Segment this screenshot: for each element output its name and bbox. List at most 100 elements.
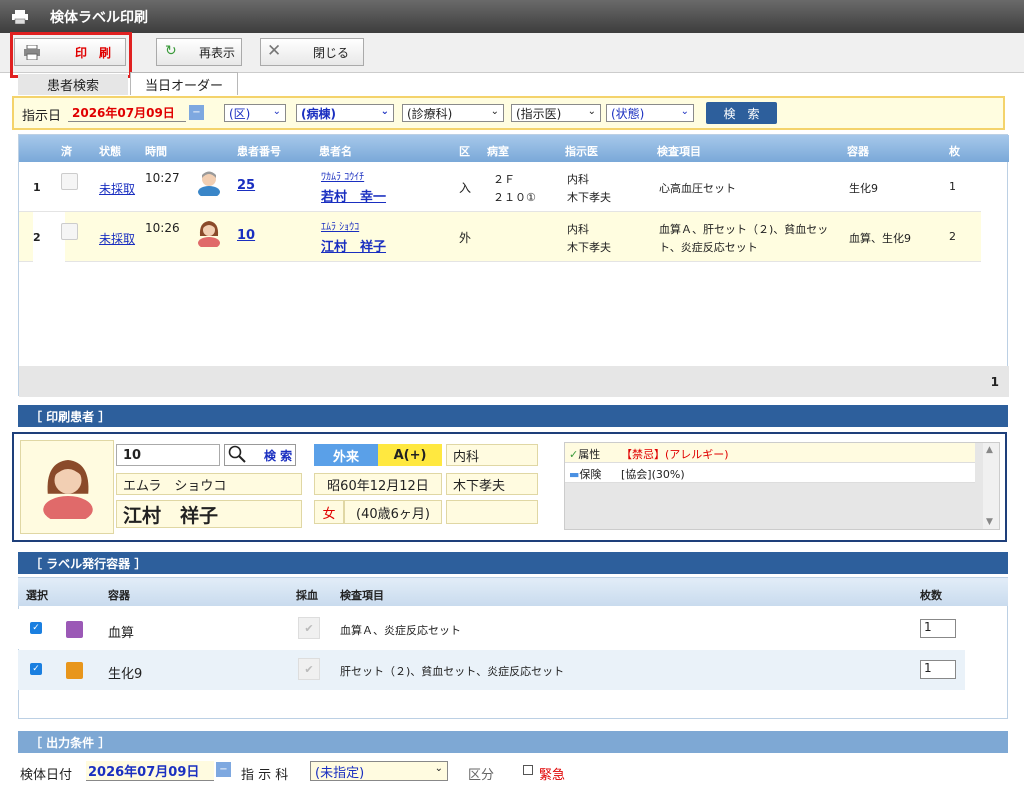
tab-today-orders[interactable]: 当日オーダー bbox=[130, 72, 238, 95]
search-label: 検 索 bbox=[264, 448, 293, 463]
info-label: ✓属性 bbox=[569, 448, 601, 461]
select-checkbox[interactable]: ✓ bbox=[30, 622, 42, 634]
status-link[interactable]: 未採取 bbox=[99, 230, 135, 247]
container-name: 生化9 bbox=[108, 667, 143, 682]
toolbar: 印 刷 ↻ 再表示 ✕ 閉じる bbox=[0, 33, 1024, 73]
col-header: 病室 bbox=[487, 145, 509, 158]
container-color-swatch bbox=[66, 621, 83, 638]
calendar-button[interactable]: − bbox=[216, 762, 231, 777]
order-time: 10:26 bbox=[145, 221, 180, 235]
chevron-down-icon: ⌄ bbox=[587, 106, 596, 117]
print-highlight bbox=[10, 32, 132, 78]
section-title: ［ 印刷患者 ］ bbox=[30, 409, 111, 424]
patient-id-input[interactable]: 10 bbox=[116, 444, 220, 466]
dept: 内科 bbox=[567, 223, 589, 236]
col-header: 済 bbox=[61, 145, 72, 158]
date-field[interactable]: 2026年07月09日 bbox=[68, 104, 186, 122]
grid-footer: 1 bbox=[19, 366, 1009, 397]
label-count: 2 bbox=[949, 230, 956, 243]
patient-name-link[interactable]: 江村 祥子 bbox=[321, 236, 386, 255]
calendar-button[interactable]: − bbox=[189, 105, 204, 120]
patient-name-link[interactable]: 若村 幸一 bbox=[321, 186, 386, 205]
doctor-select[interactable]: (指示医) ⌄ bbox=[511, 104, 601, 122]
dept-select[interactable]: (診療科) ⌄ bbox=[402, 104, 504, 122]
grid-header: 済 状態 時間 患者番号 患者名 区 病室 指示医 検査項目 容器 枚 bbox=[19, 135, 1009, 162]
urgent-checkbox[interactable] bbox=[523, 765, 533, 775]
container-color-swatch bbox=[66, 662, 83, 679]
label-row[interactable]: ✓ 血算 ✔ 血算Ａ、炎症反応セット 1 bbox=[18, 609, 965, 649]
info-value: 【禁忌】(アレルギー) bbox=[621, 448, 729, 461]
tab-patient-search[interactable]: 患者検索 bbox=[18, 74, 128, 95]
output-kubun-label: 区分 bbox=[468, 768, 495, 783]
birth-field: 昭60年12月12日 bbox=[314, 473, 442, 495]
close-button[interactable]: ✕ 閉じる bbox=[260, 38, 364, 66]
output-dept-label: 指 示 科 bbox=[241, 768, 289, 783]
select-checkbox[interactable]: ✓ bbox=[30, 663, 42, 675]
section-title: ［ 出力条件 ］ bbox=[30, 735, 111, 750]
count-input[interactable]: 1 bbox=[920, 619, 956, 638]
age-field: (40歳6ヶ月) bbox=[344, 500, 442, 524]
col-header: 採血 bbox=[296, 589, 318, 602]
scrollbar[interactable]: ▲ ▼ bbox=[983, 443, 999, 529]
output-dept-select[interactable]: (未指定) ⌄ bbox=[310, 761, 448, 781]
col-header: 検査項目 bbox=[340, 589, 384, 602]
status-link[interactable]: 未採取 bbox=[99, 180, 135, 197]
blood-type-badge: A(+) bbox=[378, 444, 442, 466]
tab-label: 当日オーダー bbox=[144, 78, 223, 94]
done-checkbox[interactable] bbox=[61, 173, 78, 190]
col-header: 枚数 bbox=[920, 589, 942, 602]
col-header: 容器 bbox=[108, 589, 130, 602]
ward-select[interactable]: (病棟) ⌄ bbox=[296, 104, 394, 122]
done-checkbox[interactable] bbox=[61, 223, 78, 240]
kubun: 外 bbox=[459, 231, 472, 245]
ward-area-select[interactable]: (区) ⌄ bbox=[224, 104, 286, 122]
output-date-field[interactable]: 2026年07月09日 bbox=[86, 761, 214, 781]
refresh-icon: ↻ bbox=[165, 43, 177, 59]
blood-type-value: A(+) bbox=[393, 447, 427, 463]
table-row[interactable]: 2 未採取 10:26 10 ｴﾑﾗ ｼｮｳｺ 江村 祥子 外 内科 木下孝夫 … bbox=[19, 212, 981, 262]
doctor-value: 木下孝夫 bbox=[453, 478, 506, 494]
patient-search-button[interactable]: 検 索 bbox=[224, 444, 296, 466]
search-button[interactable]: 検 索 bbox=[706, 102, 777, 124]
patient-kana[interactable]: ﾜｶﾑﾗ ｺｳｲﾁ bbox=[321, 168, 364, 183]
card-icon: ▬ bbox=[569, 468, 580, 481]
col-header: 検査項目 bbox=[657, 145, 701, 158]
sex-field: 女 bbox=[314, 500, 344, 524]
patient-info-panel: ✓属性 【禁忌】(アレルギー) ▬保険 [協会](30%) ▲ ▼ bbox=[564, 442, 1000, 530]
count-input[interactable]: 1 bbox=[920, 660, 956, 679]
blank-field bbox=[446, 500, 538, 524]
select-value: (病棟) bbox=[301, 106, 336, 121]
patient-id-value: 10 bbox=[123, 447, 142, 463]
room-number: ２１０① bbox=[493, 191, 536, 204]
label-row[interactable]: ✓ 生化9 ✔ 肝セット（２)、貧血セット、炎症反応セット 1 bbox=[18, 650, 965, 690]
col-header: 患者番号 bbox=[237, 145, 281, 158]
container-name: 血算 bbox=[108, 626, 135, 641]
labels-header: ［ ラベル発行容器 ］ bbox=[18, 552, 1008, 574]
chevron-down-icon: ⌄ bbox=[680, 106, 689, 117]
chevron-down-icon: ⌄ bbox=[380, 106, 389, 117]
refresh-button[interactable]: ↻ 再表示 bbox=[156, 38, 242, 66]
patient-kana[interactable]: ｴﾑﾗ ｼｮｳｺ bbox=[321, 218, 359, 233]
close-label: 閉じる bbox=[312, 45, 349, 60]
table-row[interactable]: 1 未採取 10:27 25 ﾜｶﾑﾗ ｺｳｲﾁ 若村 幸一 入 ２Ｆ ２１０①… bbox=[19, 162, 981, 212]
title-bar: 検体ラベル印刷 bbox=[0, 0, 1024, 33]
patient-id-link[interactable]: 25 bbox=[237, 178, 255, 193]
chevron-down-icon: ⌄ bbox=[434, 763, 443, 774]
count-value: 1 bbox=[924, 620, 932, 634]
chevron-down-icon: ⌄ bbox=[272, 106, 281, 117]
output-date-value: 2026年07月09日 bbox=[88, 765, 200, 780]
kana-value: エムラ ショウコ bbox=[123, 478, 227, 494]
scroll-down-icon[interactable]: ▼ bbox=[986, 517, 993, 527]
male-avatar-icon bbox=[197, 170, 221, 199]
status-select[interactable]: (状態) ⌄ bbox=[606, 104, 694, 122]
patient-id-link[interactable]: 10 bbox=[237, 228, 255, 243]
calendar-icon: − bbox=[219, 764, 228, 775]
room-floor: ２Ｆ bbox=[493, 173, 515, 186]
col-header: 容器 bbox=[847, 145, 869, 158]
info-row: ✓属性 【禁忌】(アレルギー) bbox=[565, 443, 975, 463]
patient-photo bbox=[20, 440, 114, 534]
scroll-up-icon[interactable]: ▲ bbox=[986, 445, 993, 455]
col-header: 選択 bbox=[26, 589, 48, 602]
output-dept-value: (未指定) bbox=[315, 765, 365, 781]
label-count: 1 bbox=[949, 180, 956, 193]
